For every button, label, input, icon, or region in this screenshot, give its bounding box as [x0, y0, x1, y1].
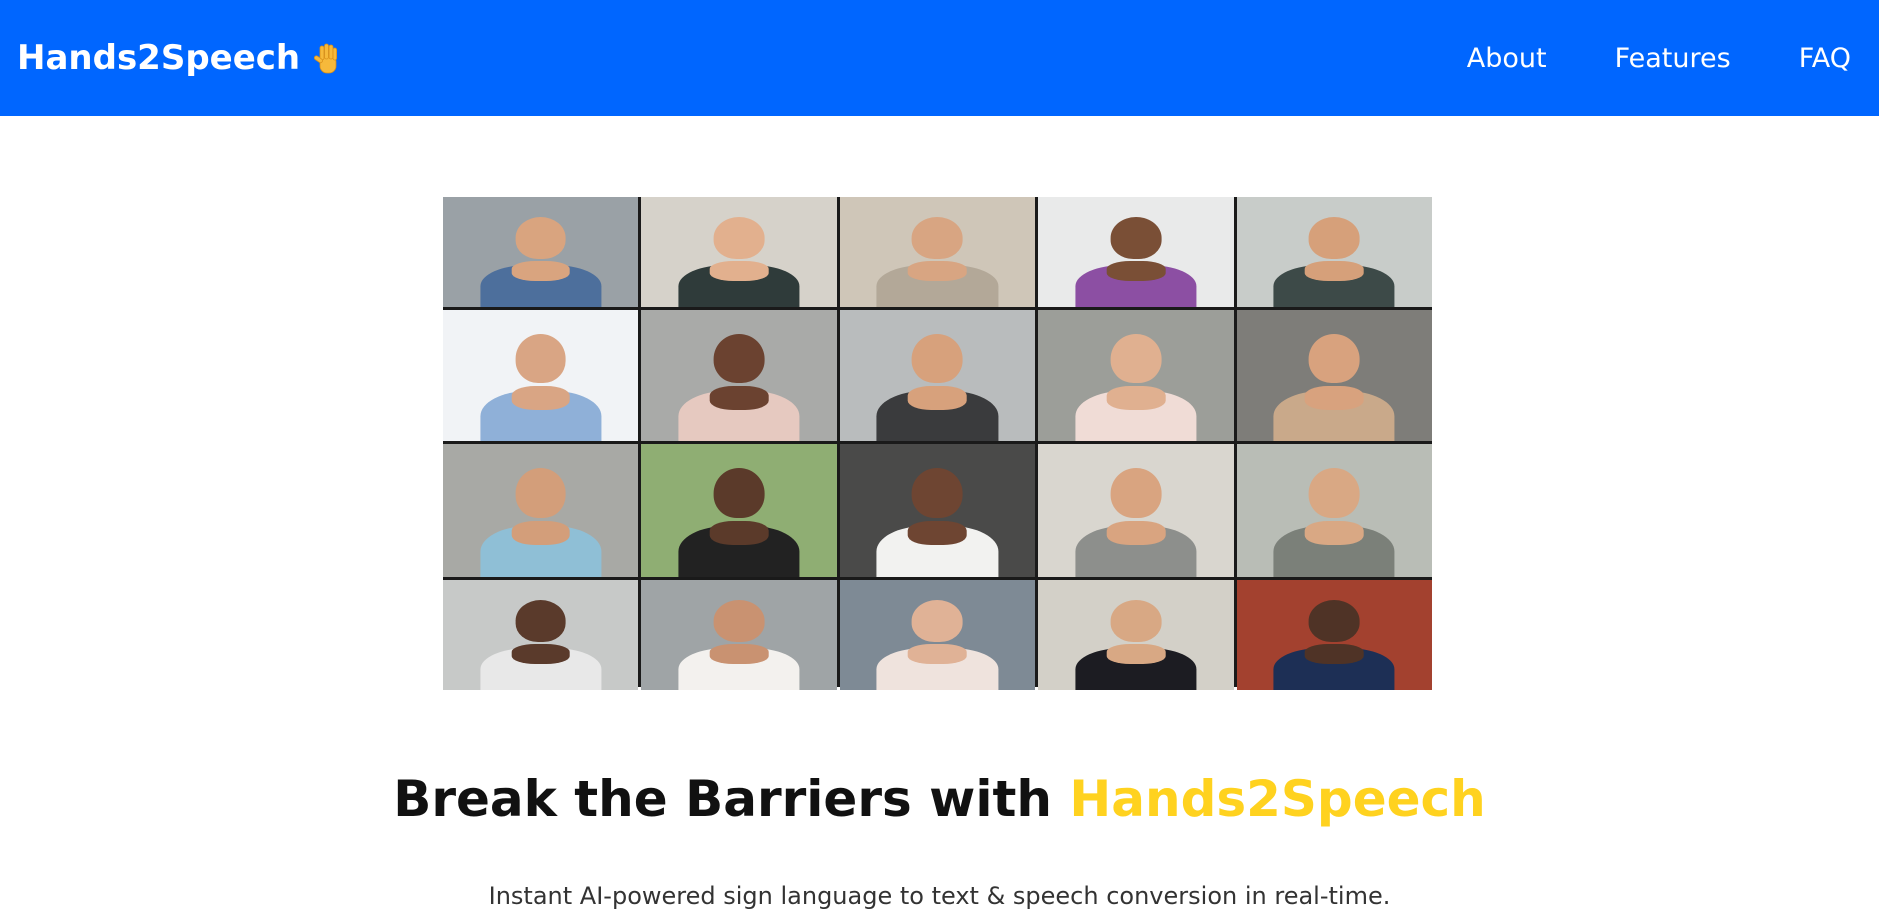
signing-hands	[1106, 260, 1166, 281]
signing-hands	[511, 260, 570, 281]
collage-photo-tile	[839, 197, 1036, 307]
collage-photo-tile	[443, 444, 639, 577]
nav-link-features[interactable]: Features	[1615, 43, 1731, 74]
signing-hands	[908, 643, 967, 664]
signing-hands	[709, 521, 769, 546]
nav-link-about[interactable]: About	[1467, 43, 1547, 74]
collage-photo-tile	[1236, 580, 1432, 690]
collage-photo-tile	[641, 310, 837, 441]
headline-prefix: Break the Barriers with	[393, 770, 1052, 828]
hero-headline: Break the Barriers with Hands2Speech	[0, 770, 1879, 828]
collage-photo-tile	[443, 197, 639, 307]
collage-photo-tile	[443, 580, 639, 690]
collage-photo-tile	[1236, 310, 1432, 441]
person-head	[713, 467, 765, 519]
signing-hands	[1106, 643, 1166, 664]
collage-photo-tile	[641, 197, 837, 307]
signing-hands	[908, 260, 967, 281]
person-head	[713, 599, 765, 642]
collage-photo-tile	[641, 580, 837, 690]
collage-photo-tile	[1038, 580, 1234, 690]
person-head	[1308, 216, 1360, 259]
person-head	[515, 599, 567, 642]
person-head	[912, 467, 963, 519]
person-head	[912, 333, 963, 384]
person-head	[1110, 467, 1162, 519]
collage-photo-tile	[641, 444, 837, 577]
main-nav: About Features FAQ	[1399, 43, 1851, 74]
person-head	[1308, 599, 1360, 642]
headline-accent: Hands2Speech	[1069, 770, 1486, 828]
signing-hands	[1106, 385, 1166, 410]
person-head	[515, 216, 567, 259]
collage-photo-tile	[1236, 444, 1432, 577]
hero-subtitle: Instant AI-powered sign language to text…	[488, 882, 1391, 910]
signing-hands	[1106, 521, 1166, 546]
person-head	[912, 599, 963, 642]
brand-logo[interactable]: Hands2Speech	[17, 38, 342, 78]
person-head	[713, 216, 765, 259]
signing-hands	[908, 385, 967, 410]
signing-hands	[908, 521, 967, 546]
hero-sign-language-collage	[443, 197, 1432, 690]
collage-photo-tile	[1038, 310, 1234, 441]
brand-name: Hands2Speech	[17, 38, 301, 78]
collage-photo-tile	[839, 310, 1036, 441]
person-head	[1110, 333, 1162, 384]
collage-photo-tile	[1038, 444, 1234, 577]
person-head	[1110, 599, 1162, 642]
collage-photo-tile	[1038, 197, 1234, 307]
signing-hands	[1304, 643, 1364, 664]
signing-hands	[709, 643, 769, 664]
person-head	[912, 216, 963, 259]
person-head	[515, 467, 567, 519]
top-navbar: Hands2Speech About Features FAQ	[0, 0, 1879, 116]
person-head	[515, 333, 567, 384]
collage-photo-tile	[1236, 197, 1432, 307]
nav-link-faq[interactable]: FAQ	[1799, 43, 1851, 74]
signing-hands	[1304, 521, 1364, 546]
signing-hands	[1304, 260, 1364, 281]
collage-photo-tile	[839, 444, 1036, 577]
person-head	[1308, 333, 1360, 384]
person-head	[1308, 467, 1360, 519]
signing-hands	[1304, 385, 1364, 410]
person-head	[713, 333, 765, 384]
waving-hand-icon	[312, 43, 342, 74]
collage-photo-tile	[443, 310, 639, 441]
signing-hands	[709, 260, 769, 281]
collage-photo-tile	[839, 580, 1036, 690]
signing-hands	[511, 521, 570, 546]
signing-hands	[511, 385, 570, 410]
person-head	[1110, 216, 1162, 259]
signing-hands	[709, 385, 769, 410]
signing-hands	[511, 643, 570, 664]
